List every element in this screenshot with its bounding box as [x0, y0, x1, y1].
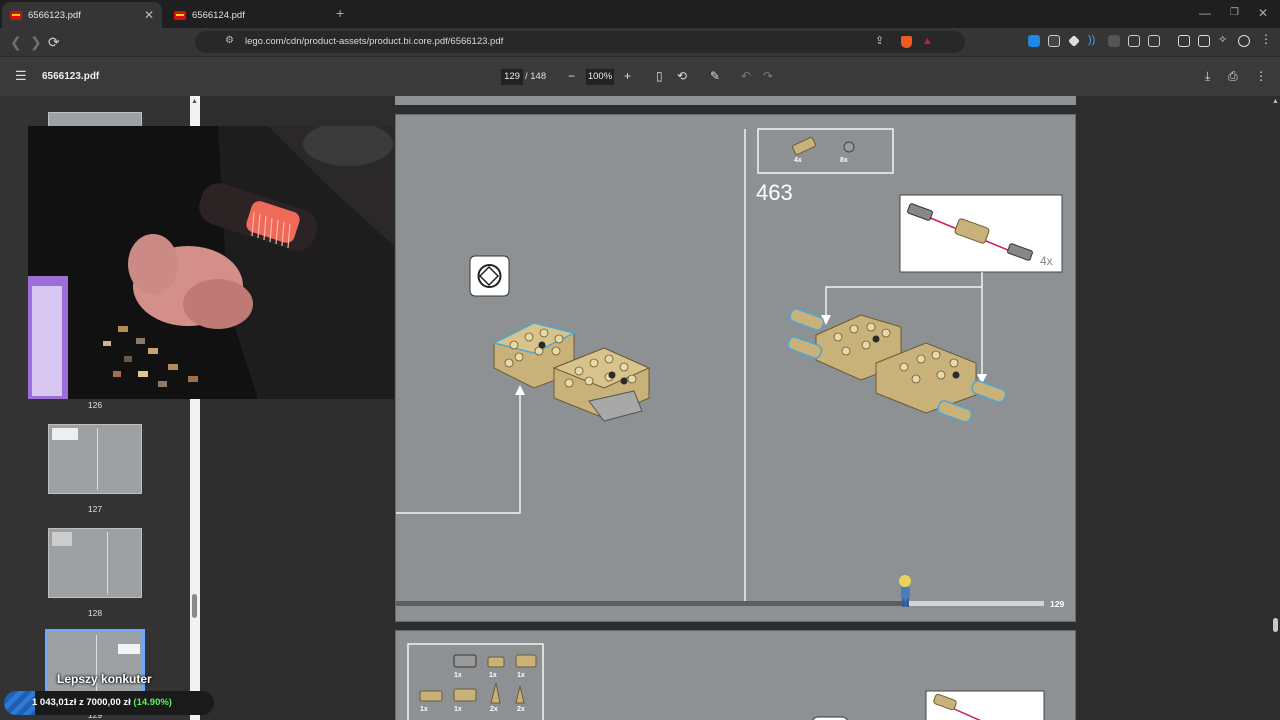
tab-6566124[interactable]: 6566124.pdf	[166, 2, 326, 28]
pdf-page-129: 4x 8x 463 4x 129	[395, 114, 1076, 622]
part-qty-2: 8x	[840, 157, 848, 164]
pdf-toolbar: ☰ 6566123.pdf 129 / 148 − 100% + ▯ ⟲ ✎ ↶…	[0, 56, 1280, 96]
part-qty: 1x	[489, 672, 497, 679]
undo-icon[interactable]: ↶	[741, 69, 751, 83]
diamond-extension-icon[interactable]	[1068, 35, 1080, 47]
back-icon[interactable]: ❮	[10, 34, 22, 50]
tab-6566123[interactable]: 6566123.pdf ✕	[2, 2, 162, 28]
audio-extension-icon[interactable]: ))	[1088, 34, 1100, 46]
share-icon[interactable]: ⇪	[875, 34, 884, 47]
minimize-icon[interactable]: —	[1199, 6, 1211, 20]
pdf-page-128	[395, 96, 1076, 105]
screenshot-icon[interactable]	[1148, 35, 1160, 47]
brave-shield-icon[interactable]	[901, 36, 912, 48]
part-qty: 1x	[517, 672, 525, 679]
sidebar-scroll-thumb[interactable]	[192, 594, 197, 618]
download-icon[interactable]: ⤓	[1205, 69, 1210, 83]
tab-strip: 6566123.pdf ✕ 6566124.pdf + — ❐ ✕	[0, 0, 1280, 28]
zoom-out-icon[interactable]: −	[568, 69, 575, 83]
page-number-footer: 129	[1050, 599, 1064, 609]
donation-progress-fill	[4, 691, 35, 715]
thumbnail-label: 126	[87, 400, 103, 410]
extensions-puzzle-icon[interactable]	[1128, 35, 1140, 47]
redo-icon[interactable]: ↷	[763, 69, 773, 83]
tab-title: 6566124.pdf	[192, 9, 245, 21]
vpn-icon[interactable]	[1238, 35, 1250, 47]
thumbnail-label: 128	[87, 608, 103, 618]
hamburger-menu-icon[interactable]: ☰	[15, 69, 27, 83]
lego-favicon-icon	[10, 10, 22, 20]
print-icon[interactable]: ⎙	[1228, 69, 1238, 83]
thumbnail-128[interactable]	[48, 528, 142, 598]
thumbnail-127[interactable]	[48, 424, 142, 494]
webcam-overlay	[28, 126, 394, 399]
new-tab-button[interactable]: +	[336, 5, 344, 21]
close-tab-icon[interactable]: ✕	[144, 8, 154, 22]
part-qty: 1x	[454, 672, 462, 679]
ublock-extension-icon[interactable]	[1048, 35, 1060, 47]
part-qty: 2x	[517, 706, 525, 713]
part-qty: 2x	[490, 706, 498, 713]
page-number-input[interactable]: 129	[501, 69, 523, 85]
zoom-input[interactable]: 100%	[586, 69, 614, 85]
cast-extension-icon[interactable]	[1108, 35, 1120, 47]
lego-favicon-icon	[174, 10, 186, 20]
donation-progress-text: 1 043,01zł z 7000,00 zł (14.90%)	[32, 697, 172, 708]
zoom-in-icon[interactable]: +	[624, 69, 631, 83]
reload-icon[interactable]: ⟳	[48, 34, 60, 50]
scroll-up-icon[interactable]: ▲	[191, 98, 198, 105]
translate-extension-icon[interactable]	[1028, 35, 1040, 47]
donation-amount: 1 043,01zł z 7000,00 zł	[32, 697, 131, 708]
part-qty: 1x	[454, 706, 462, 713]
restore-icon[interactable]: ❐	[1230, 7, 1239, 18]
menu-icon[interactable]: ⋮	[1260, 32, 1272, 46]
part-qty: 1x	[420, 706, 428, 713]
donation-goal-title: Lepszy konkuter	[57, 672, 152, 686]
wallet-icon[interactable]	[1198, 35, 1210, 47]
annotate-icon[interactable]: ✎	[710, 69, 720, 83]
webcam-feed-image	[28, 126, 394, 399]
pdf-page-130: 1x 1x 1x 1x 1x 2x 2x	[395, 630, 1076, 720]
pdf-file-name: 6566123.pdf	[42, 71, 100, 82]
window-close-icon[interactable]: ✕	[1258, 6, 1268, 20]
step-number: 463	[756, 180, 793, 205]
viewer-scrollbar[interactable]: ▲	[1270, 96, 1280, 720]
address-bar[interactable]: ⚙ lego.com/cdn/product-assets/product.bi…	[195, 31, 965, 53]
navigation-bar: ❮ ❯ ⟳ 🔖︎ ⚙ lego.com/cdn/product-assets/p…	[0, 28, 1280, 56]
viewer-scroll-thumb[interactable]	[1273, 618, 1278, 632]
site-info-icon[interactable]: ⚙	[225, 35, 234, 46]
thumbnail-label: 127	[87, 504, 103, 514]
sidebar-toggle-icon[interactable]	[1178, 35, 1190, 47]
forward-icon[interactable]: ❯	[30, 34, 42, 50]
part-qty-1: 4x	[794, 157, 802, 164]
donation-progress-bar: 1 043,01zł z 7000,00 zł (14.90%)	[4, 691, 214, 715]
donation-percent: (14.90%)	[133, 697, 172, 708]
page-129-art: 4x 8x 463 4x 129	[396, 128, 1064, 609]
leo-ai-icon[interactable]: ✧	[1218, 33, 1230, 46]
callout-qty: 4x	[1040, 254, 1053, 268]
tab-title: 6566123.pdf	[28, 9, 81, 21]
rotate-icon[interactable]: ⟲	[677, 69, 687, 83]
more-options-icon[interactable]: ⋮	[1255, 69, 1267, 83]
brave-rewards-icon[interactable]: ▲	[922, 35, 933, 47]
page-130-art: 1x 1x 1x 1x 1x 2x 2x	[407, 643, 1045, 720]
fit-page-icon[interactable]: ▯	[656, 69, 663, 83]
page-total: / 148	[525, 71, 547, 82]
scroll-up-icon[interactable]: ▲	[1272, 98, 1279, 105]
url-text: lego.com/cdn/product-assets/product.bi.c…	[245, 36, 504, 47]
